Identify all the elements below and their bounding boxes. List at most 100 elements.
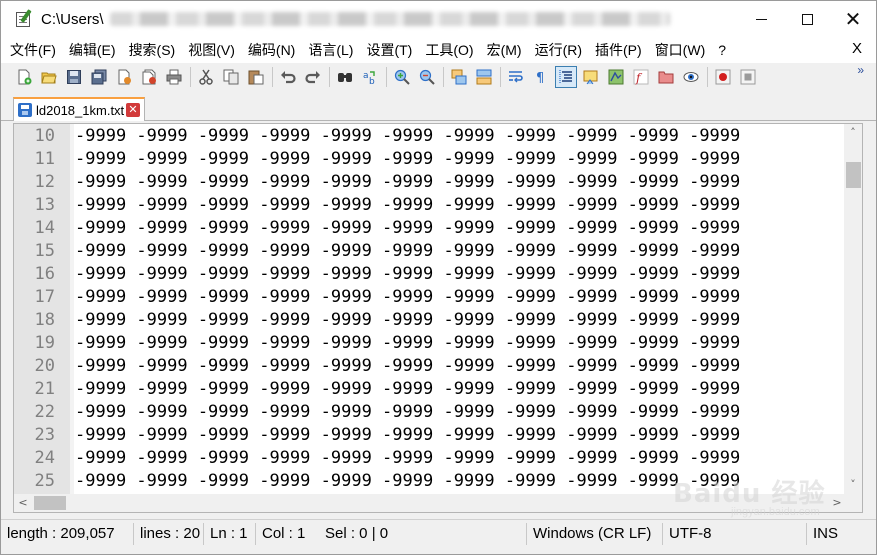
print-button[interactable]: [163, 66, 185, 88]
line-number: 19: [34, 333, 55, 353]
line-content[interactable]: -9999 -9999 -9999 -9999 -9999 -9999 -999…: [75, 149, 740, 169]
menu-search[interactable]: 搜索(S): [129, 40, 176, 60]
line-content[interactable]: -9999 -9999 -9999 -9999 -9999 -9999 -999…: [75, 241, 740, 261]
find-button[interactable]: [334, 66, 356, 88]
menu-edit[interactable]: 编辑(E): [69, 40, 116, 60]
undo-button[interactable]: [277, 66, 299, 88]
status-eol[interactable]: Windows (CR LF): [527, 522, 663, 545]
line-content[interactable]: -9999 -9999 -9999 -9999 -9999 -9999 -999…: [75, 172, 740, 192]
redo-button[interactable]: [302, 66, 324, 88]
zoom-out-icon: [419, 69, 435, 85]
function-button[interactable]: f: [630, 66, 652, 88]
maximize-button[interactable]: [784, 1, 830, 37]
line-content[interactable]: -9999 -9999 -9999 -9999 -9999 -9999 -999…: [75, 218, 740, 238]
editor-line[interactable]: 11 -9999 -9999 -9999 -9999 -9999 -9999 -9…: [14, 147, 844, 170]
line-content[interactable]: -9999 -9999 -9999 -9999 -9999 -9999 -999…: [75, 264, 740, 284]
vertical-scroll-thumb[interactable]: [846, 162, 861, 188]
editor-line[interactable]: 15 -9999 -9999 -9999 -9999 -9999 -9999 -9…: [14, 239, 844, 262]
doc-map-button[interactable]: [580, 66, 602, 88]
menu-window[interactable]: 窗口(W): [655, 40, 706, 60]
menu-view[interactable]: 视图(V): [188, 40, 235, 60]
line-content[interactable]: -9999 -9999 -9999 -9999 -9999 -9999 -999…: [75, 195, 740, 215]
stop-record-button[interactable]: [737, 66, 759, 88]
editor-line[interactable]: 14 -9999 -9999 -9999 -9999 -9999 -9999 -9…: [14, 216, 844, 239]
editor-line[interactable]: 12 -9999 -9999 -9999 -9999 -9999 -9999 -9…: [14, 170, 844, 193]
menu-plugins[interactable]: 插件(P): [595, 40, 642, 60]
editor-line[interactable]: 20 -9999 -9999 -9999 -9999 -9999 -9999 -9…: [14, 354, 844, 377]
tab-ld2018-1km-txt[interactable]: ld2018_1km.txt ✕: [13, 97, 145, 121]
cut-button[interactable]: [195, 66, 217, 88]
editor-line[interactable]: 21 -9999 -9999 -9999 -9999 -9999 -9999 -9…: [14, 377, 844, 400]
editor-line[interactable]: 23 -9999 -9999 -9999 -9999 -9999 -9999 -9…: [14, 423, 844, 446]
horizontal-scrollbar[interactable]: < >: [14, 494, 846, 512]
paste-button[interactable]: [245, 66, 267, 88]
close-all-button[interactable]: [138, 66, 160, 88]
menu-macro[interactable]: 宏(M): [487, 40, 522, 60]
folder-workspace-button[interactable]: [655, 66, 677, 88]
new-file-button[interactable]: [13, 66, 35, 88]
horizontal-scroll-thumb[interactable]: [34, 496, 66, 510]
line-content[interactable]: -9999 -9999 -9999 -9999 -9999 -9999 -999…: [75, 333, 740, 353]
save-all-button[interactable]: [88, 66, 110, 88]
window-controls: ✕: [738, 1, 876, 37]
editor-line[interactable]: 24 -9999 -9999 -9999 -9999 -9999 -9999 -9…: [14, 446, 844, 469]
close-window-button[interactable]: ✕: [830, 1, 876, 37]
open-file-button[interactable]: [38, 66, 60, 88]
line-content[interactable]: -9999 -9999 -9999 -9999 -9999 -9999 -999…: [75, 310, 740, 330]
scroll-left-icon[interactable]: <: [14, 494, 32, 512]
text-editor[interactable]: 10 -9999 -9999 -9999 -9999 -9999 -9999 -9…: [13, 123, 863, 513]
menu-language[interactable]: 语言(L): [308, 40, 353, 60]
monitoring-icon: [683, 72, 699, 82]
sync-horizontal-button[interactable]: [473, 66, 495, 88]
line-content[interactable]: -9999 -9999 -9999 -9999 -9999 -9999 -999…: [75, 471, 740, 491]
line-content[interactable]: -9999 -9999 -9999 -9999 -9999 -9999 -999…: [75, 379, 740, 399]
close-document-button[interactable]: X: [852, 40, 862, 57]
replace-button[interactable]: ab: [359, 66, 381, 88]
blurred-path: [109, 12, 670, 26]
line-content[interactable]: -9999 -9999 -9999 -9999 -9999 -9999 -999…: [75, 448, 740, 468]
menu-tools[interactable]: 工具(O): [425, 40, 473, 60]
minimize-button[interactable]: [738, 1, 784, 37]
monitoring-button[interactable]: [680, 66, 702, 88]
editor-line[interactable]: 18 -9999 -9999 -9999 -9999 -9999 -9999 -9…: [14, 308, 844, 331]
status-encoding[interactable]: UTF-8: [663, 522, 807, 545]
show-all-chars-button[interactable]: ¶: [530, 66, 552, 88]
save-button[interactable]: [63, 66, 85, 88]
line-content[interactable]: -9999 -9999 -9999 -9999 -9999 -9999 -999…: [75, 126, 740, 146]
scroll-down-icon[interactable]: ˅: [844, 476, 862, 494]
function-list-button[interactable]: [605, 66, 627, 88]
editor-line[interactable]: 19 -9999 -9999 -9999 -9999 -9999 -9999 -9…: [14, 331, 844, 354]
editor-line[interactable]: 13 -9999 -9999 -9999 -9999 -9999 -9999 -9…: [14, 193, 844, 216]
menu-file[interactable]: 文件(F): [10, 40, 56, 60]
menu-settings[interactable]: 设置(T): [366, 40, 412, 60]
menu-encoding[interactable]: 编码(N): [248, 40, 295, 60]
menu-help[interactable]: ?: [718, 42, 726, 58]
editor-line[interactable]: 16 -9999 -9999 -9999 -9999 -9999 -9999 -9…: [14, 262, 844, 285]
editor-line[interactable]: 25 -9999 -9999 -9999 -9999 -9999 -9999 -9…: [14, 469, 844, 492]
menu-bar: 文件(F) 编辑(E) 搜索(S) 视图(V) 编码(N) 语言(L) 设置(T…: [1, 37, 876, 63]
scroll-up-icon[interactable]: ˄: [844, 124, 862, 142]
close-file-button[interactable]: [113, 66, 135, 88]
copy-button[interactable]: [220, 66, 242, 88]
zoom-in-button[interactable]: [391, 66, 413, 88]
line-content[interactable]: -9999 -9999 -9999 -9999 -9999 -9999 -999…: [75, 425, 740, 445]
status-insert-mode[interactable]: INS: [807, 523, 847, 545]
indent-guide-button[interactable]: [555, 66, 577, 88]
paste-icon: [248, 70, 264, 85]
vertical-scrollbar[interactable]: ˄ ˅: [844, 124, 862, 494]
editor-line[interactable]: 10 -9999 -9999 -9999 -9999 -9999 -9999 -9…: [14, 124, 844, 147]
toolbar-separator: [272, 67, 273, 87]
tab-close-button[interactable]: ✕: [126, 103, 140, 117]
line-content[interactable]: -9999 -9999 -9999 -9999 -9999 -9999 -999…: [75, 402, 740, 422]
word-wrap-button[interactable]: [505, 66, 527, 88]
record-macro-button[interactable]: [712, 66, 734, 88]
editor-line[interactable]: 22 -9999 -9999 -9999 -9999 -9999 -9999 -9…: [14, 400, 844, 423]
menu-run[interactable]: 运行(R): [535, 40, 582, 60]
editor-lines[interactable]: 10 -9999 -9999 -9999 -9999 -9999 -9999 -9…: [14, 124, 844, 494]
zoom-out-button[interactable]: [416, 66, 438, 88]
toolbar-overflow-button[interactable]: »: [857, 63, 864, 77]
line-content[interactable]: -9999 -9999 -9999 -9999 -9999 -9999 -999…: [75, 287, 740, 307]
editor-line[interactable]: 17 -9999 -9999 -9999 -9999 -9999 -9999 -9…: [14, 285, 844, 308]
sync-vertical-button[interactable]: [448, 66, 470, 88]
line-content[interactable]: -9999 -9999 -9999 -9999 -9999 -9999 -999…: [75, 356, 740, 376]
